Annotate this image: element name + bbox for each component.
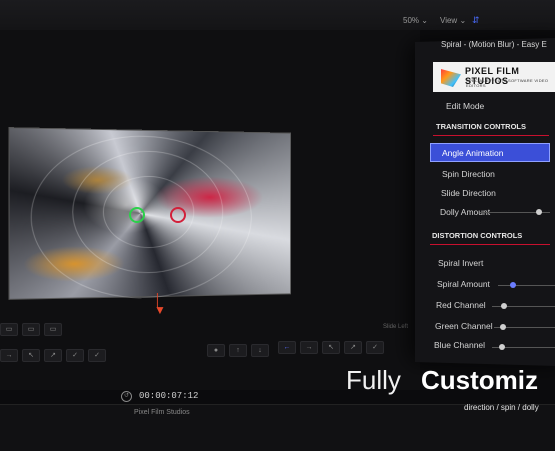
zoom-value: 50% xyxy=(403,16,420,25)
spiral-amount-slider[interactable] xyxy=(498,285,555,286)
dolly-amount-knob[interactable] xyxy=(536,209,542,215)
timecode-display: 00:00:07:12 xyxy=(139,391,199,401)
distortion-item-green-channel: Green Channel xyxy=(435,321,493,331)
inspector-toggle-icon[interactable]: ⇵ xyxy=(472,15,480,25)
edit-tools-mid: ● ↑ ↓ xyxy=(207,344,269,357)
zoom-dropdown[interactable]: 50% ⌄ xyxy=(403,16,428,25)
top-toolbar: 50% ⌄ View ⌄ ⇵ xyxy=(0,0,555,30)
select-icon[interactable]: ↖ xyxy=(322,341,340,354)
transition-item-spin-direction[interactable]: Spin Direction xyxy=(442,169,495,179)
section-divider xyxy=(433,135,549,136)
check-icon[interactable]: ✓ xyxy=(366,341,384,354)
select-icon[interactable]: ↖ xyxy=(22,349,40,362)
back-icon[interactable]: ← xyxy=(278,341,296,354)
dot-icon[interactable]: ● xyxy=(207,344,225,357)
video-preview[interactable] xyxy=(9,128,291,301)
center-handle-red[interactable] xyxy=(170,207,186,223)
headline-light: Fully xyxy=(346,365,401,395)
anchor-arrow-icon[interactable]: │ ▼ xyxy=(154,294,166,316)
timeline-clip-label[interactable]: Pixel Film Studios xyxy=(134,409,190,416)
transform-icon[interactable]: ▭ xyxy=(22,323,40,336)
transition-name-label: Slide Left xyxy=(383,324,409,330)
red-channel-knob[interactable] xyxy=(501,303,507,309)
green-channel-knob[interactable] xyxy=(500,324,506,330)
edit-mode-toggle[interactable]: Edit Mode xyxy=(446,101,484,111)
blue-channel-knob[interactable] xyxy=(499,344,505,350)
distortion-item-spiral-invert[interactable]: Spiral Invert xyxy=(438,258,483,268)
distortion-controls-header: DISTORTION CONTROLS xyxy=(432,231,523,240)
transition-item-angle-animation[interactable]: Angle Animation xyxy=(442,148,503,158)
check-icon[interactable]: ✓ xyxy=(66,349,84,362)
timecode-icon: ↺ xyxy=(121,391,132,402)
down-icon[interactable]: ↓ xyxy=(251,344,269,357)
distort-icon[interactable]: ▭ xyxy=(44,323,62,336)
view-dropdown[interactable]: View ⌄ xyxy=(440,16,466,25)
headline-bold: Customiz xyxy=(421,365,538,395)
select-icon[interactable]: ↗ xyxy=(344,341,362,354)
spiral-amount-knob[interactable] xyxy=(510,282,516,288)
up-icon[interactable]: ↑ xyxy=(229,344,247,357)
crop-icon[interactable]: ▭ xyxy=(0,323,18,336)
distortion-item-blue-channel: Blue Channel xyxy=(434,340,486,350)
forward-icon[interactable]: → xyxy=(300,341,318,354)
distortion-item-spiral-amount: Spiral Amount xyxy=(437,279,490,289)
arrow-icon[interactable]: → xyxy=(0,349,18,362)
check-icon[interactable]: ✓ xyxy=(88,349,106,362)
viewer-left-controls: ▭ ▭ ▭ xyxy=(0,323,62,336)
headline-subline: direction / spin / dolly xyxy=(464,403,539,412)
view-label: View xyxy=(440,16,458,25)
transition-item-slide-direction[interactable]: Slide Direction xyxy=(441,188,496,198)
edit-tools-left: → ↖ ↗ ✓ ✓ xyxy=(0,349,106,362)
select-icon[interactable]: ↗ xyxy=(44,349,62,362)
chevron-down-icon: ⌄ xyxy=(459,16,467,25)
center-handle-green[interactable] xyxy=(129,207,145,223)
chevron-down-icon: ⌄ xyxy=(421,16,428,25)
logo-subtext: SPECIAL EFFECTS SOFTWARE VIDEO EDITORS xyxy=(466,78,549,88)
section-divider xyxy=(430,244,550,245)
effect-title: Spiral - (Motion Blur) - Easy E xyxy=(441,40,547,49)
edit-tools-right: ← → ↖ ↗ ✓ xyxy=(278,341,384,354)
transition-controls-header: TRANSITION CONTROLS xyxy=(436,122,526,131)
distortion-item-red-channel: Red Channel xyxy=(436,300,486,310)
